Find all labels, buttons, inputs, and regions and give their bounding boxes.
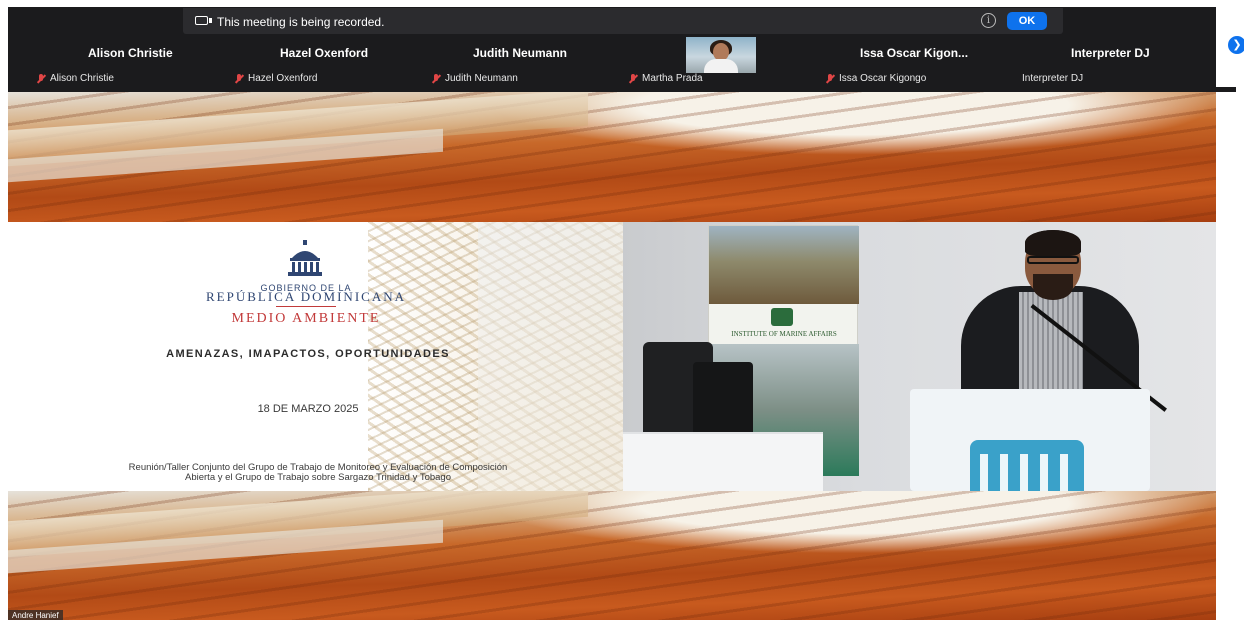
- next-page-chevron-icon[interactable]: ❯: [1226, 34, 1244, 56]
- muted-mic-icon: [628, 73, 638, 84]
- office-chair: [693, 362, 753, 442]
- background-photo-bottom: [8, 491, 1216, 620]
- slide-divider: [276, 306, 336, 307]
- slide-ministry: MEDIO AMBIENTE: [231, 311, 381, 326]
- speaker-video[interactable]: INSTITUTE OF MARINE AFFAIRS: [623, 222, 1216, 491]
- participant-label-text: Issa Oscar Kigongo: [839, 73, 927, 84]
- table: [623, 432, 823, 491]
- glasses: [1027, 256, 1079, 264]
- participant-label: Alison Christie: [36, 73, 114, 84]
- participant-label: Judith Neumann: [431, 73, 518, 84]
- muted-mic-icon: [431, 73, 441, 84]
- recording-banner: This meeting is being recorded. i OK: [183, 8, 1063, 34]
- participant-label: Martha Prada: [628, 73, 703, 84]
- participant-tile-name[interactable]: Hazel Oxenford: [280, 46, 368, 60]
- speaker-shirt: [1019, 292, 1083, 402]
- participant-label-text: Alison Christie: [50, 73, 114, 84]
- recording-notice-text: This meeting is being recorded.: [217, 15, 385, 29]
- participant-label: Issa Oscar Kigongo: [825, 73, 926, 84]
- participant-label-text: Hazel Oxenford: [248, 73, 318, 84]
- slide-footer: Reunión/Taller Conjunto del Grupo de Tra…: [48, 463, 588, 483]
- ok-button[interactable]: OK: [1007, 12, 1047, 30]
- recording-icon: [195, 16, 212, 25]
- info-icon[interactable]: i: [981, 13, 996, 28]
- slide-date: 18 DE MARZO 2025: [257, 403, 359, 415]
- participant-label-text: Judith Neumann: [445, 73, 518, 84]
- banner-caption: INSTITUTE OF MARINE AFFAIRS: [731, 330, 837, 338]
- active-speaker-name: Andre Hanief: [8, 610, 63, 620]
- participant-tile-name[interactable]: Alison Christie: [88, 46, 173, 60]
- participant-label-text: Martha Prada: [642, 73, 703, 84]
- slide-footer-line: Abierta y el Grupo de Trabajo sobre Sarg…: [185, 472, 451, 483]
- participant-tile-name[interactable]: Issa Oscar Kigon...: [860, 46, 968, 60]
- muted-mic-icon: [825, 73, 835, 84]
- participant-tile-name[interactable]: Judith Neumann: [473, 46, 567, 60]
- slide-sargassum-texture: [478, 222, 623, 491]
- participant-label-text: Interpreter DJ: [1022, 73, 1084, 84]
- muted-mic-icon: [234, 73, 244, 84]
- participant-tile-name[interactable]: Interpreter DJ: [1071, 46, 1150, 60]
- participant-label: Interpreter DJ: [1022, 73, 1083, 84]
- presentation-slide: GOBIERNO DE LA REPÚBLICA DOMINICANA MEDI…: [8, 222, 623, 491]
- podium-logo-icon: [970, 440, 1084, 491]
- government-emblem-icon: [288, 240, 322, 276]
- participant-video-thumbnail[interactable]: [686, 37, 756, 73]
- institute-logo-icon: [771, 308, 793, 326]
- muted-mic-icon: [36, 73, 46, 84]
- slide-title: AMENAZAS, IMAPACTOS, OPORTUNIDADES: [166, 348, 450, 360]
- slide-country: REPÚBLICA DOMINICANA: [206, 289, 406, 304]
- background-photo-top: [8, 92, 1216, 222]
- participant-label: Hazel Oxenford: [234, 73, 317, 84]
